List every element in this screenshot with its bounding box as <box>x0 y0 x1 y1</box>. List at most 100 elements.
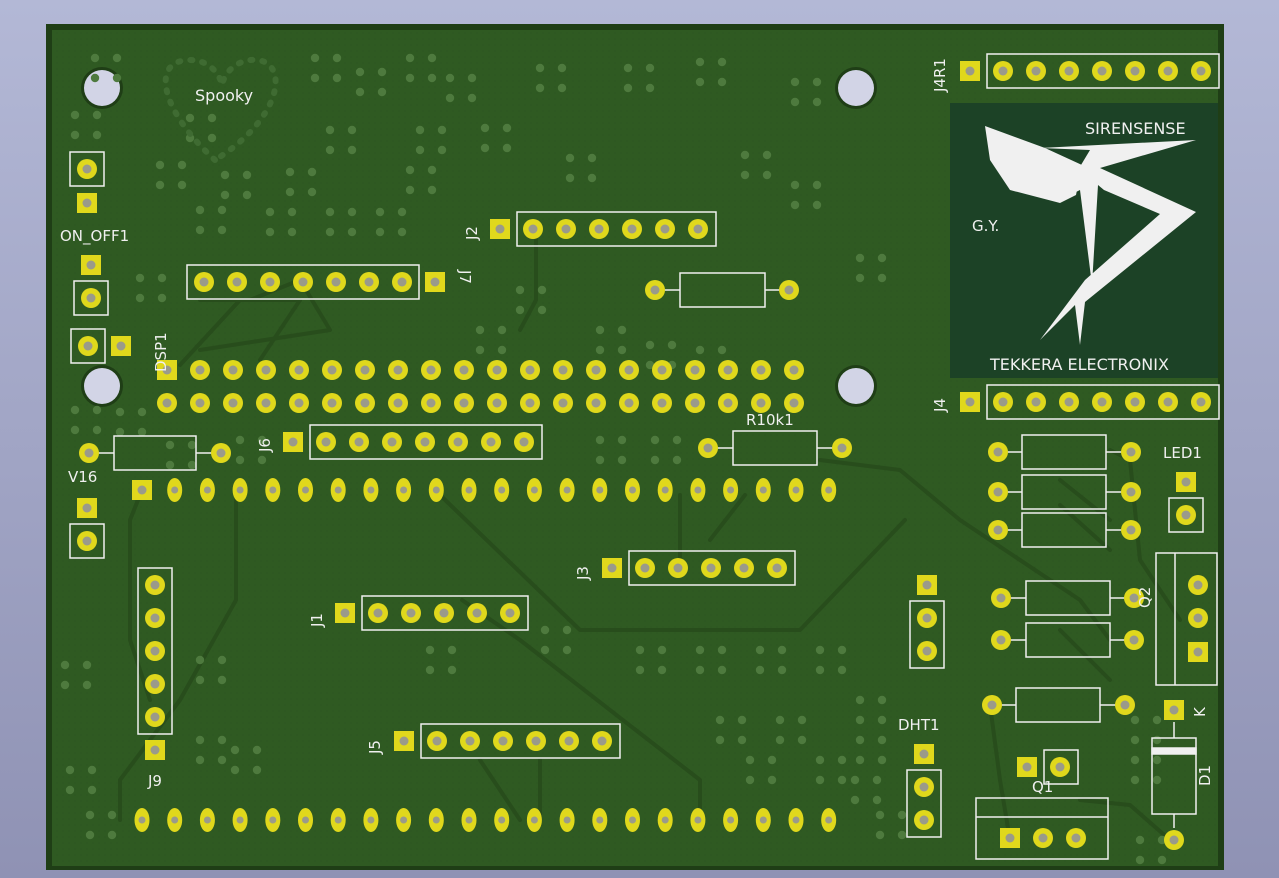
via <box>87 785 97 795</box>
pad-drill <box>1181 510 1191 520</box>
label-spooky: Spooky <box>195 86 253 105</box>
via <box>617 345 627 355</box>
pad-drill <box>236 486 244 494</box>
pad-drill <box>86 260 96 270</box>
pad-drill <box>629 486 636 494</box>
label-j5: J5 <box>366 740 384 755</box>
via <box>445 73 455 83</box>
via <box>92 425 102 435</box>
pad-drill <box>426 398 436 408</box>
via <box>165 440 175 450</box>
label-j7: J7 <box>456 269 474 284</box>
via <box>285 167 295 177</box>
via <box>837 645 847 655</box>
pad-drill <box>302 486 309 494</box>
pad-drill <box>1126 487 1136 497</box>
pad-drill <box>998 66 1008 76</box>
via <box>775 735 785 745</box>
pad-drill <box>996 593 1006 603</box>
via <box>790 180 800 190</box>
pad-drill <box>563 816 571 824</box>
via <box>497 325 507 335</box>
pad-drill <box>432 816 440 824</box>
pad-drill <box>83 341 93 351</box>
label-j9: J9 <box>147 772 162 790</box>
via <box>135 273 145 283</box>
via <box>217 225 227 235</box>
pad-drill <box>492 365 502 375</box>
pad-drill <box>288 437 298 447</box>
via <box>82 680 92 690</box>
via <box>737 715 747 725</box>
logo-panel: SIRENSENSE G.Y. TEKKERA ELECTRONIX <box>950 103 1218 378</box>
via <box>717 665 727 675</box>
pad-drill <box>432 736 442 746</box>
via <box>155 160 165 170</box>
via <box>837 775 847 785</box>
pad-drill <box>993 447 1003 457</box>
via <box>355 87 365 97</box>
via <box>502 143 512 153</box>
via <box>775 715 785 725</box>
pad-drill <box>1163 397 1173 407</box>
pad-drill <box>561 224 571 234</box>
via <box>397 207 407 217</box>
pad-drill <box>399 736 409 746</box>
via <box>475 325 485 335</box>
pad-drill <box>693 224 703 234</box>
via <box>405 73 415 83</box>
via <box>177 180 187 190</box>
pad-drill <box>150 745 160 755</box>
pad-drill <box>261 365 271 375</box>
via <box>715 735 725 745</box>
via <box>207 113 217 123</box>
via <box>310 73 320 83</box>
pad-drill <box>525 365 535 375</box>
logo-initials: G.Y. <box>972 217 999 235</box>
via <box>377 67 387 77</box>
label-on-off: ON_OFF1 <box>60 227 129 246</box>
via <box>540 645 550 655</box>
via <box>537 285 547 295</box>
pad-drill <box>1163 66 1173 76</box>
pad-drill <box>531 736 541 746</box>
via <box>855 715 865 725</box>
pad-drill <box>596 816 604 824</box>
pad-drill <box>825 816 833 824</box>
pad-drill <box>1181 477 1191 487</box>
pad-drill <box>784 285 794 295</box>
label-r10k1: R10k1 <box>746 411 794 429</box>
via <box>185 113 195 123</box>
via <box>437 125 447 135</box>
via <box>762 150 772 160</box>
pad-drill <box>558 398 568 408</box>
pad-drill <box>498 736 508 746</box>
via <box>755 665 765 675</box>
pad-drill <box>439 608 449 618</box>
pad-drill <box>432 486 440 494</box>
pad-drill <box>387 437 397 447</box>
via <box>347 207 357 217</box>
via <box>480 143 490 153</box>
pad-drill <box>993 487 1003 497</box>
via <box>65 765 75 775</box>
pad-drill <box>138 816 146 824</box>
via <box>695 345 705 355</box>
via <box>405 185 415 195</box>
label-j1: J1 <box>308 613 326 628</box>
pad-drill <box>1071 833 1081 843</box>
pad-drill <box>354 437 364 447</box>
pad-drill <box>373 608 383 618</box>
via <box>875 830 885 840</box>
via <box>107 830 117 840</box>
via <box>837 665 847 675</box>
via <box>325 207 335 217</box>
via <box>285 187 295 197</box>
diode-band <box>1151 747 1197 755</box>
via <box>92 130 102 140</box>
via <box>695 57 705 67</box>
via <box>650 435 660 445</box>
label-q2: Q2 <box>1136 587 1154 608</box>
via <box>87 765 97 775</box>
via <box>220 190 230 200</box>
